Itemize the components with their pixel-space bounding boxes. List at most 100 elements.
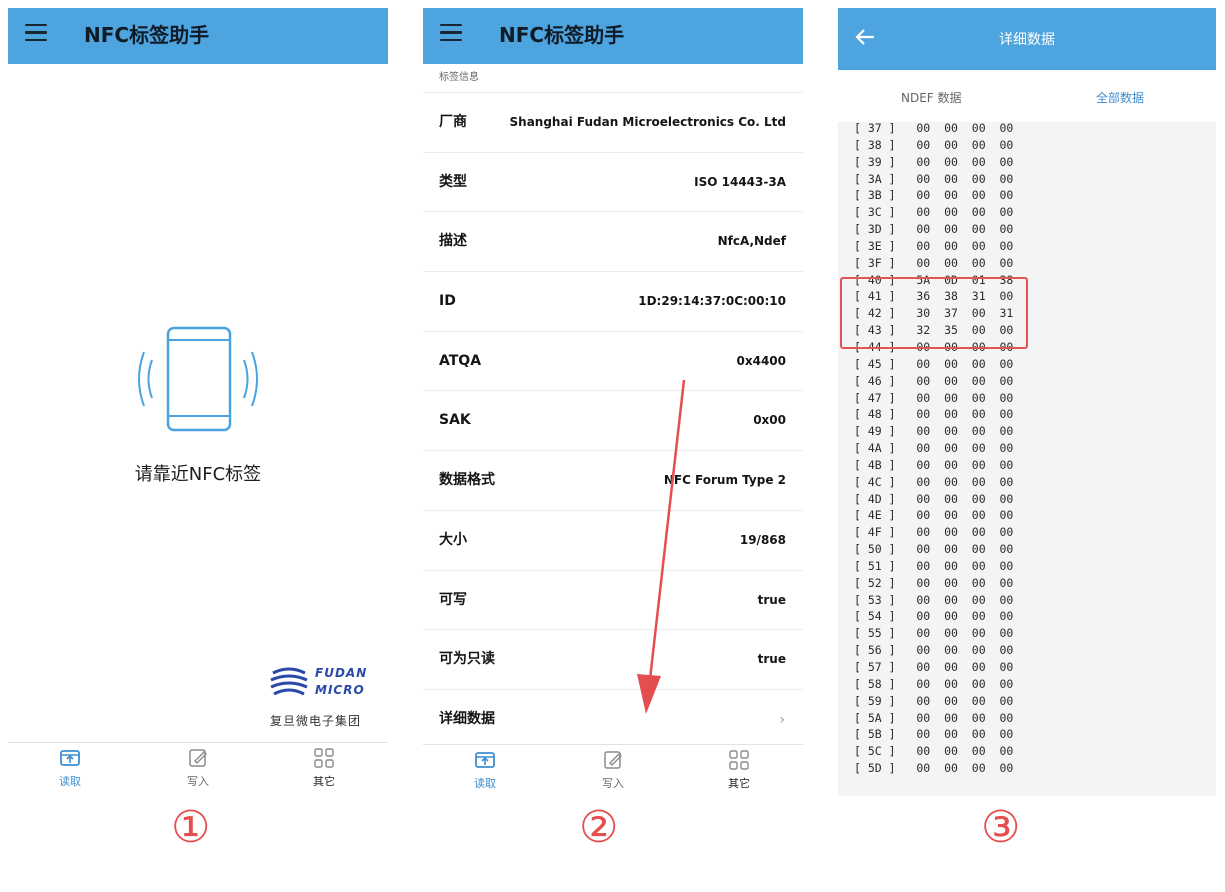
hex-row: [ 48 ] 00 00 00 00 (854, 406, 1013, 423)
hex-separator: ] (881, 390, 917, 405)
hex-byte: 00 (944, 558, 958, 573)
nfc-prompt: 请靠近NFC标签 (134, 464, 262, 485)
edit-icon (604, 751, 622, 769)
tab-other-label: 其它 (313, 775, 335, 788)
hex-separator: ] (881, 643, 917, 658)
tab-other[interactable]: 其它 (709, 749, 769, 791)
hex-byte: 00 (971, 407, 986, 422)
hex-byte: 00 (944, 643, 958, 658)
hex-address: 3A (867, 171, 882, 186)
hex-separator (930, 626, 944, 640)
hex-separator: [ (854, 222, 868, 237)
hex-separator (930, 239, 944, 253)
hex-row: [ 56 ] 00 00 00 00 (854, 642, 1013, 659)
hex-separator: [ (854, 356, 868, 371)
hex-byte: 00 (916, 727, 931, 742)
tag-info-key: 类型 (439, 173, 467, 190)
hex-byte: 00 (916, 457, 931, 472)
hex-row: [ 4F ] 00 00 00 00 (854, 524, 1013, 541)
hex-byte: 00 (971, 424, 986, 439)
hex-separator (986, 727, 1000, 741)
menu-icon[interactable] (25, 24, 47, 44)
tag-info-value: NfcA,Ndef (717, 234, 786, 249)
bottom-tab-bar: 读取 写入 其它 (423, 744, 803, 793)
hex-separator (958, 542, 972, 556)
hex-separator (958, 441, 972, 455)
hex-byte: 00 (916, 558, 931, 573)
hex-byte: 00 (944, 137, 958, 152)
highlight-box (840, 277, 1028, 349)
tag-info-row: ID 1D:29:14:37:0C:00:10 (423, 271, 803, 331)
hex-byte: 00 (916, 407, 931, 422)
hex-separator (986, 374, 1000, 388)
hex-byte: 00 (971, 154, 986, 169)
hex-separator (930, 256, 944, 270)
hex-separator: ] (881, 761, 917, 776)
grid-icon (729, 750, 749, 770)
hex-dump-rows: [ 37 ] 00 00 00 00[ 38 ] 00 00 00 00[ 39… (854, 122, 1013, 777)
hex-byte: 00 (971, 626, 986, 641)
hex-separator (958, 256, 972, 270)
hex-separator: [ (854, 542, 868, 557)
hex-separator (930, 593, 944, 607)
hex-address: 50 (867, 542, 882, 557)
tag-info-row[interactable]: 详细数据 › (423, 688, 803, 749)
hex-separator: [ (854, 710, 868, 725)
app-title: NFC标签助手 (84, 23, 210, 47)
hex-separator (930, 492, 944, 506)
tab-read-label: 读取 (59, 775, 81, 788)
tab-write[interactable]: 写入 (583, 749, 643, 791)
hex-byte: 00 (999, 373, 1014, 388)
hex-byte: 00 (944, 238, 958, 253)
hex-byte: 00 (916, 491, 931, 506)
hex-separator (958, 744, 972, 758)
hex-row: [ 58 ] 00 00 00 00 (854, 676, 1013, 693)
tag-info-key: 数据格式 (439, 472, 495, 489)
hex-byte: 00 (916, 424, 931, 439)
hex-address: 3D (867, 222, 882, 237)
tab-other[interactable]: 其它 (294, 747, 354, 789)
hex-separator (986, 626, 1000, 640)
hex-separator (958, 576, 972, 590)
hex-byte: 00 (999, 356, 1014, 371)
hex-separator (986, 172, 1000, 186)
hex-separator (930, 222, 944, 236)
hex-separator (930, 559, 944, 573)
hex-byte: 00 (944, 122, 958, 135)
hex-address: 4E (867, 508, 882, 523)
hex-byte: 00 (971, 205, 986, 220)
hex-separator (986, 407, 1000, 421)
tab-ndef-data[interactable]: NDEF 数据 (901, 70, 962, 126)
hex-row: [ 3D ] 00 00 00 00 (854, 221, 1013, 238)
hex-byte: 00 (916, 744, 931, 759)
hex-row: [ 5C ] 00 00 00 00 (854, 743, 1013, 760)
hex-separator (958, 626, 972, 640)
screen-detail-data: 详细数据 NDEF 数据 全部数据 [ 37 ] 00 00 00 00[ 38… (838, 8, 1216, 796)
hex-row: [ 37 ] 00 00 00 00 (854, 122, 1013, 137)
hex-dump[interactable]: [ 37 ] 00 00 00 00[ 38 ] 00 00 00 00[ 39… (838, 122, 1216, 796)
tab-all-data[interactable]: 全部数据 (1096, 70, 1144, 126)
menu-icon[interactable] (440, 24, 462, 44)
hex-byte: 00 (916, 643, 931, 658)
hex-separator (930, 391, 944, 405)
hex-separator (958, 222, 972, 236)
hex-byte: 00 (916, 626, 931, 641)
hex-byte: 00 (916, 205, 931, 220)
tab-read[interactable]: 读取 (455, 749, 515, 791)
tag-info-key: ATQA (439, 352, 482, 369)
tag-info-row: 类型 ISO 14443-3A (423, 151, 803, 212)
hex-byte: 00 (916, 710, 931, 725)
hex-separator (958, 205, 972, 219)
tab-write-label: 写入 (187, 775, 209, 788)
hex-byte: 00 (944, 205, 958, 220)
hex-separator: [ (854, 643, 868, 658)
tab-write[interactable]: 写入 (168, 747, 228, 789)
hex-separator (986, 205, 1000, 219)
hex-address: 47 (867, 390, 882, 405)
hex-byte: 00 (971, 508, 986, 523)
hex-byte: 00 (944, 710, 958, 725)
nfc-read-icon (60, 750, 80, 766)
hex-separator: [ (854, 390, 868, 405)
hex-separator: [ (854, 575, 868, 590)
tab-read[interactable]: 读取 (40, 747, 100, 789)
